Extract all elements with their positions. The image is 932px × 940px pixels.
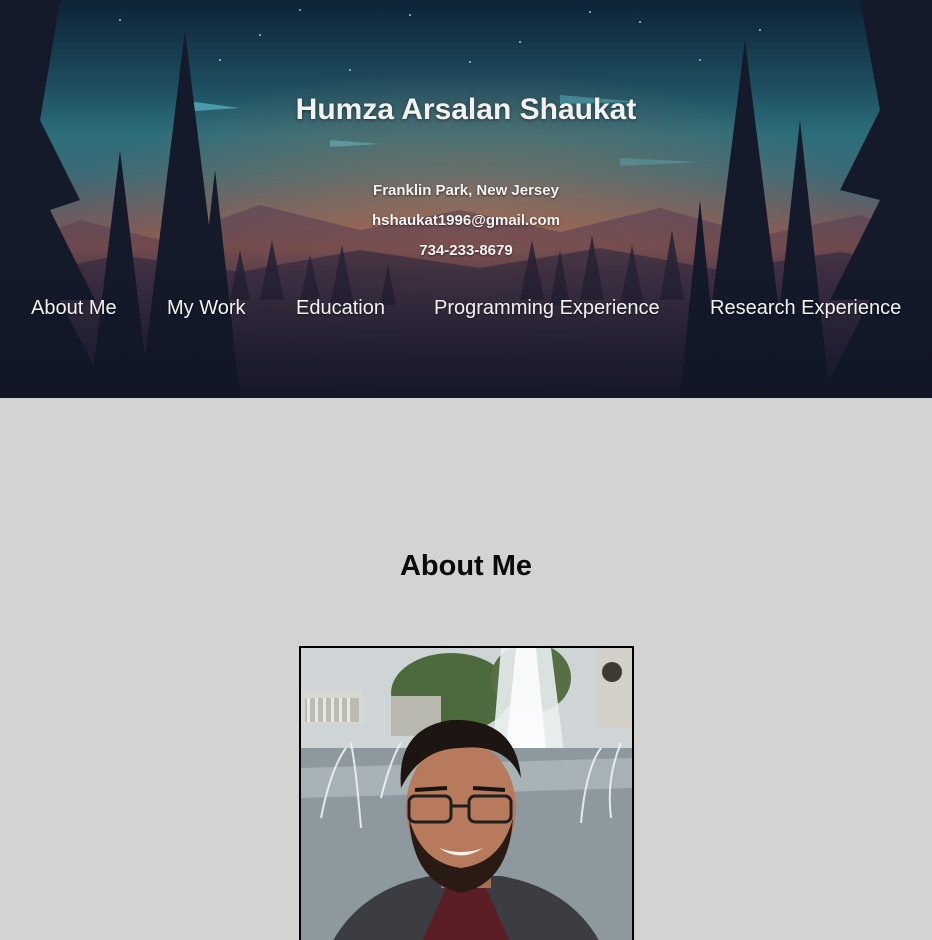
nav-item-education[interactable]: Education [296, 297, 385, 320]
contact-location: Franklin Park, New Jersey [373, 182, 559, 199]
contact-phone: 734-233-8679 [419, 242, 513, 259]
hero-header: Humza Arsalan Shaukat Franklin Park, New… [0, 0, 932, 398]
site-title: Humza Arsalan Shaukat [295, 93, 637, 126]
nav-item-about-me[interactable]: About Me [31, 297, 117, 320]
section-title-about-me: About Me [399, 550, 533, 582]
nav-item-research-experience[interactable]: Research Experience [710, 297, 901, 320]
hero-content: Humza Arsalan Shaukat Franklin Park, New… [0, 0, 932, 398]
nav-item-my-work[interactable]: My Work [167, 297, 246, 320]
contact-email: hshaukat1996@gmail.com [371, 212, 561, 229]
main-nav: About Me My Work Education Programming E… [0, 297, 932, 323]
profile-photo [299, 646, 634, 940]
profile-photo-image [301, 648, 632, 940]
nav-item-programming-experience[interactable]: Programming Experience [434, 297, 660, 320]
